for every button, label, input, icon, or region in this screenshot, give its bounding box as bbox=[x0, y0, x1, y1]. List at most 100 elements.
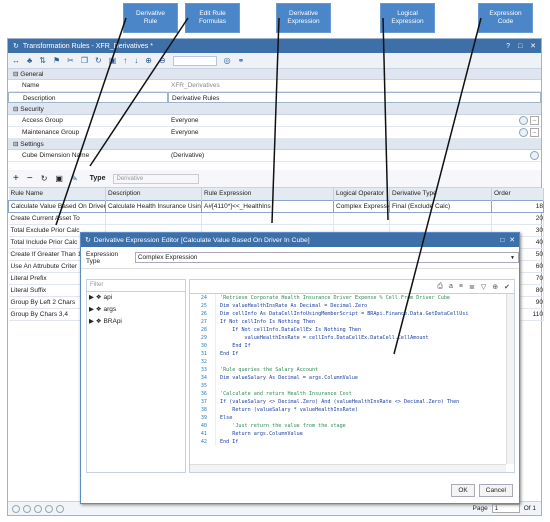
section-general[interactable]: ⊟ General bbox=[8, 69, 541, 80]
zoom-in-icon[interactable]: ⊕ bbox=[145, 56, 152, 65]
col-logical-operator[interactable]: Logical Operator bbox=[333, 188, 390, 200]
vertical-scrollbar[interactable] bbox=[506, 294, 514, 464]
dialog-title: Derivative Expression Editor [Calculate … bbox=[93, 236, 310, 244]
callout-logical-expression: Logical Expression bbox=[380, 3, 435, 33]
type-dropdown[interactable]: Derivative bbox=[113, 173, 200, 184]
table-cell[interactable]: Calculate Health Insurance Using bbox=[105, 199, 202, 213]
binoculars-icon[interactable]: ◎ bbox=[224, 56, 231, 65]
dimension-icon[interactable] bbox=[530, 151, 539, 160]
check-icon[interactable]: ✔ bbox=[504, 283, 510, 291]
table-row[interactable]: Create Current Asset To 20 bbox=[8, 212, 544, 225]
tree-node[interactable]: ▶ ❖ args bbox=[87, 304, 185, 316]
next-page-icon[interactable] bbox=[45, 504, 53, 513]
edit-formula-icon[interactable]: ✎ bbox=[71, 174, 78, 183]
code-line: 24 'Retrieve Corporate Health Insurance D… bbox=[200, 294, 451, 302]
revert-icon[interactable]: ↻ bbox=[41, 174, 48, 183]
maximize-icon[interactable]: □ bbox=[518, 43, 522, 50]
search-box[interactable] bbox=[172, 55, 217, 66]
code-editor[interactable]: ⎙ a ≡ ≣ ▽ ⊕ ✔ 24 'Retrieve Corporate Heal… bbox=[189, 279, 515, 473]
col-order[interactable]: Order bbox=[491, 188, 544, 200]
people-icon[interactable]: ♣ bbox=[27, 56, 32, 65]
code-line: 41 Return args.ColumnValue bbox=[200, 430, 303, 438]
first-page-icon[interactable] bbox=[12, 504, 20, 513]
dialog-maximize-icon[interactable]: □ bbox=[500, 237, 504, 244]
group-icon[interactable] bbox=[519, 128, 528, 137]
zoom-out-icon[interactable]: ⊖ bbox=[159, 56, 166, 65]
indent-icon[interactable]: ≡ bbox=[459, 283, 463, 290]
comment-icon[interactable]: ≣ bbox=[469, 283, 475, 291]
table-cell[interactable] bbox=[201, 212, 334, 225]
remove-icon[interactable]: − bbox=[27, 173, 33, 184]
table-cell[interactable]: 20 bbox=[491, 212, 544, 225]
down-icon[interactable]: ↓ bbox=[134, 56, 138, 65]
col-rule-expression[interactable]: Rule Expression bbox=[201, 188, 334, 200]
tree-node[interactable]: ▶ ❖ api bbox=[87, 292, 185, 304]
expression-type-label: Expression Type bbox=[86, 250, 119, 265]
expression-type-select[interactable]: Complex Expression ▼ bbox=[134, 252, 519, 263]
up-icon[interactable]: ↑ bbox=[123, 56, 127, 65]
help-icon[interactable]: ? bbox=[506, 43, 510, 50]
copy-icon[interactable]: ❐ bbox=[81, 56, 88, 65]
col-derivative-type[interactable]: Derivative Type bbox=[389, 188, 492, 200]
col-rule-name[interactable]: Rule Name bbox=[8, 188, 106, 200]
table-cell[interactable] bbox=[105, 212, 202, 225]
prop-desc-key: Description bbox=[8, 92, 168, 103]
ok-button[interactable]: OK bbox=[451, 484, 475, 497]
last-page-icon[interactable] bbox=[56, 504, 64, 513]
add-icon[interactable]: + bbox=[13, 173, 19, 184]
table-cell[interactable]: Complex Expression bbox=[333, 199, 390, 213]
table-cell[interactable] bbox=[389, 212, 492, 225]
horizontal-scrollbar[interactable] bbox=[190, 464, 506, 472]
save-icon[interactable]: ▣ bbox=[109, 56, 117, 65]
variable-icon[interactable]: ⊕ bbox=[492, 283, 498, 291]
save-grid-icon[interactable]: ▣ bbox=[55, 174, 63, 183]
tree-node[interactable]: ▶ ❖ BRApi bbox=[87, 316, 185, 328]
prop-description[interactable]: Description Derivative Rules bbox=[8, 92, 541, 104]
ellipsis-button[interactable]: ... bbox=[530, 128, 539, 137]
close-icon[interactable]: ✕ bbox=[530, 43, 536, 50]
table-cell[interactable]: Final (Exclude Calc) bbox=[389, 199, 492, 213]
prop-name-key: Name bbox=[22, 82, 40, 89]
table-row[interactable]: Calculate Value Based On Driver Calculate… bbox=[8, 199, 544, 213]
filter-code-icon[interactable]: ▽ bbox=[481, 283, 486, 291]
code-line: 31 End If bbox=[200, 350, 239, 358]
prop-maint-value[interactable]: Everyone... bbox=[168, 127, 541, 138]
link-icon[interactable]: ⚭ bbox=[238, 56, 245, 65]
prop-access-value[interactable]: Everyone... bbox=[168, 115, 541, 126]
section-settings[interactable]: ⊟ Settings bbox=[8, 139, 541, 150]
font-icon[interactable]: a bbox=[449, 283, 453, 290]
prop-access-key: Access Group bbox=[22, 117, 63, 124]
ellipsis-button[interactable]: ... bbox=[530, 116, 539, 125]
prop-cube-dimension: Cube Dimension Name (Derivative) bbox=[8, 150, 541, 162]
dialog-close-icon[interactable]: ✕ bbox=[509, 236, 515, 244]
section-security[interactable]: ⊟ Security bbox=[8, 104, 541, 115]
code-line: 26 Dim cellInfo As DataCellInfoUsingMembe… bbox=[200, 310, 469, 318]
window-title: Transformation Rules - XFR_Derivatives * bbox=[22, 42, 153, 50]
tree-icon[interactable]: ↔ bbox=[12, 56, 20, 65]
table-cell[interactable] bbox=[333, 212, 390, 225]
print-icon[interactable]: ⎙ bbox=[437, 283, 443, 291]
cancel-button[interactable]: Cancel bbox=[478, 484, 513, 497]
sort-icon[interactable]: ⇅ bbox=[39, 56, 46, 65]
table-cell[interactable]: A#[4110*]<<_HealthIns bbox=[201, 199, 334, 213]
col-description[interactable]: Description bbox=[105, 188, 202, 200]
prev-page-icon[interactable] bbox=[23, 504, 31, 513]
cut-icon[interactable]: ✂ bbox=[67, 56, 74, 65]
table-cell[interactable]: Calculate Value Based On Driver bbox=[8, 199, 106, 213]
code-line: 37 If (valueSalary <> Decimal.Zero) And (… bbox=[200, 398, 460, 406]
code-line: 30 End If bbox=[200, 342, 251, 350]
group-icon[interactable] bbox=[519, 116, 528, 125]
prop-cube-value[interactable]: (Derivative) bbox=[168, 150, 541, 161]
code-text[interactable]: 24 'Retrieve Corporate Health Insurance D… bbox=[190, 294, 506, 464]
filter-input[interactable]: Filter bbox=[87, 280, 185, 292]
page-of: Of 1 bbox=[523, 505, 536, 512]
page-input[interactable]: 1 bbox=[491, 504, 520, 513]
filter-icon[interactable]: ⚑ bbox=[53, 56, 60, 65]
table-cell[interactable]: Create Current Asset To bbox=[8, 212, 106, 225]
refresh-icon[interactable]: ↻ bbox=[95, 56, 102, 65]
prop-desc-value[interactable]: Derivative Rules bbox=[168, 92, 541, 103]
editor-toolbar: ⎙ a ≡ ≣ ▽ ⊕ ✔ bbox=[190, 280, 514, 294]
callout-derivative-expression: Derivative Expression bbox=[276, 3, 331, 33]
table-cell[interactable]: 18 bbox=[491, 199, 544, 213]
page-1-icon[interactable] bbox=[34, 504, 42, 513]
